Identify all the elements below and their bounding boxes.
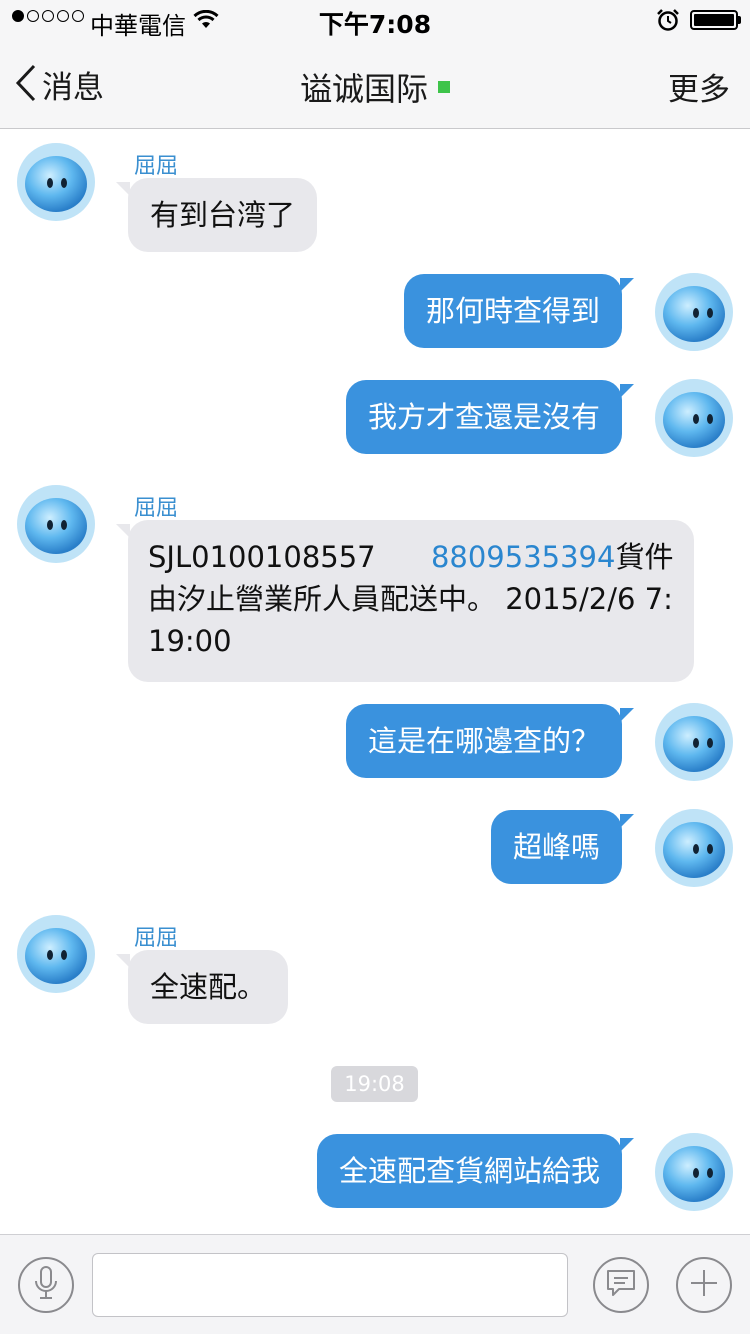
contact-avatar[interactable] <box>16 914 96 994</box>
message-bubble-outgoing[interactable]: 我方才查還是沒有 <box>345 380 635 454</box>
alarm-icon <box>656 8 680 36</box>
online-status-icon <box>438 81 450 93</box>
my-avatar[interactable] <box>654 378 734 458</box>
my-avatar[interactable] <box>654 272 734 352</box>
message-bubble-outgoing[interactable]: 超峰嗎 <box>490 810 635 884</box>
voice-button[interactable] <box>18 1257 74 1313</box>
message-input[interactable] <box>92 1253 568 1317</box>
sender-name: 屈屈 <box>134 496 179 521</box>
message-bubble-incoming[interactable]: 全速配。 <box>115 950 289 1024</box>
message-timestamp: 19:08 <box>331 1066 418 1102</box>
my-avatar[interactable] <box>654 808 734 888</box>
my-avatar[interactable] <box>654 1132 734 1212</box>
input-toolbar <box>0 1234 750 1334</box>
contact-name: 谥诚国际 <box>299 70 428 108</box>
my-avatar[interactable] <box>654 702 734 782</box>
microphone-icon <box>31 1265 61 1305</box>
message-text: 有到台湾了 <box>150 198 296 232</box>
message-text: 我方才查還是沒有 <box>367 400 600 434</box>
message-bubble-outgoing[interactable]: 那何時查得到 <box>403 274 635 348</box>
message-text: 這是在哪邊查的？ <box>367 724 600 758</box>
contact-avatar[interactable] <box>16 142 96 222</box>
sender-name: 屈屈 <box>134 154 179 179</box>
battery-icon <box>690 10 741 30</box>
chat-title: 谥诚国际 <box>0 64 750 110</box>
emoji-chat-icon <box>605 1268 637 1302</box>
contact-avatar[interactable] <box>16 484 96 564</box>
message-bubble-outgoing[interactable]: 全速配查貨網站給我 <box>316 1134 635 1208</box>
message-bubble-incoming[interactable]: 有到台湾了 <box>115 178 318 252</box>
message-bubble-outgoing[interactable]: 這是在哪邊查的？ <box>345 704 635 778</box>
message-text: 全速配。 <box>150 970 267 1004</box>
message-text: SJL0100108557 <box>148 540 376 574</box>
status-bar: 中華電信 下午7:08 <box>0 0 750 40</box>
message-bubble-incoming[interactable]: SJL0100108557 8809535394貨件由汐止營業所人員配送中。 2… <box>116 520 694 682</box>
sender-name: 屈屈 <box>134 926 179 951</box>
message-text: 超峰嗎 <box>512 830 600 864</box>
emoji-button[interactable] <box>593 1257 649 1313</box>
status-time: 下午7:08 <box>318 10 432 39</box>
navigation-bar: 消息 谥诚国际 更多 <box>0 40 750 129</box>
message-text: 那何時查得到 <box>425 294 600 328</box>
plus-icon <box>689 1268 719 1302</box>
message-text: 全速配查貨網站給我 <box>338 1154 600 1188</box>
more-actions-button[interactable] <box>676 1257 732 1313</box>
tracking-number-link[interactable]: 8809535394 <box>431 540 616 574</box>
more-button[interactable]: 更多 <box>668 64 730 109</box>
